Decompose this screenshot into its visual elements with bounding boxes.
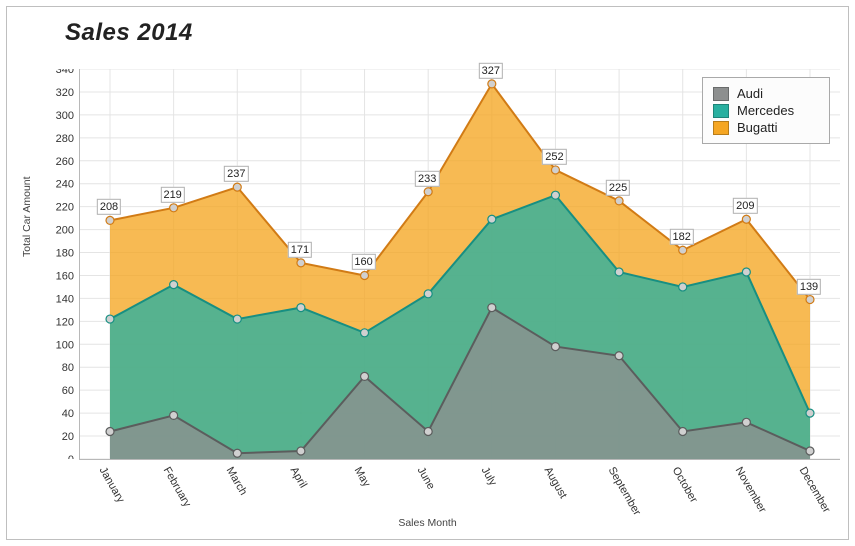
- svg-text:240: 240: [56, 179, 74, 191]
- data-label: 209: [733, 198, 757, 214]
- data-label: 233: [415, 171, 439, 187]
- legend-item-audi: Audi: [713, 85, 819, 102]
- x-tick: August: [542, 465, 570, 501]
- x-tick: April: [288, 465, 309, 490]
- x-tick: May: [351, 465, 372, 489]
- legend-swatch-bugatti: [713, 121, 729, 135]
- chart-title: Sales 2014: [65, 19, 193, 47]
- legend-label-mercedes: Mercedes: [737, 103, 794, 118]
- x-tick: September: [606, 465, 643, 518]
- data-label: 252: [542, 149, 566, 165]
- svg-text:20: 20: [62, 431, 74, 443]
- svg-text:200: 200: [56, 225, 74, 237]
- svg-text:320: 320: [56, 87, 74, 99]
- legend: Audi Mercedes Bugatti: [702, 77, 830, 144]
- x-tick: June: [415, 465, 437, 492]
- data-label: 225: [606, 180, 630, 196]
- x-tick: July: [478, 465, 498, 488]
- svg-text:220: 220: [56, 202, 74, 214]
- x-tick: December: [797, 465, 833, 515]
- data-label: 237: [224, 166, 248, 182]
- x-tick: February: [160, 465, 192, 509]
- legend-label-audi: Audi: [737, 86, 763, 101]
- data-label: 327: [479, 63, 503, 79]
- svg-text:40: 40: [62, 408, 74, 420]
- svg-text:300: 300: [56, 110, 74, 122]
- x-tick: October: [669, 465, 699, 505]
- y-axis-label: Total Car Amount: [21, 176, 33, 257]
- data-label: 208: [97, 199, 121, 215]
- legend-label-bugatti: Bugatti: [737, 120, 777, 135]
- data-label: 219: [160, 187, 184, 203]
- data-label: 160: [351, 254, 375, 270]
- data-label: 171: [288, 242, 312, 258]
- svg-text:160: 160: [56, 270, 74, 282]
- legend-swatch-mercedes: [713, 104, 729, 118]
- x-tick: November: [733, 465, 769, 515]
- legend-swatch-audi: [713, 87, 729, 101]
- svg-text:0: 0: [68, 454, 74, 459]
- svg-text:180: 180: [56, 248, 74, 260]
- svg-text:260: 260: [56, 156, 74, 168]
- x-tick: January: [97, 465, 127, 505]
- svg-text:280: 280: [56, 133, 74, 145]
- svg-text:60: 60: [62, 385, 74, 397]
- data-label: 139: [797, 278, 821, 294]
- svg-text:120: 120: [56, 316, 74, 328]
- svg-text:340: 340: [56, 69, 74, 76]
- x-tick: March: [224, 465, 250, 497]
- svg-text:140: 140: [56, 293, 74, 305]
- x-axis-label: Sales Month: [7, 517, 848, 529]
- svg-text:80: 80: [62, 362, 74, 374]
- legend-item-bugatti: Bugatti: [713, 119, 819, 136]
- data-label: 182: [670, 229, 694, 245]
- svg-text:100: 100: [56, 339, 74, 351]
- chart-frame: Sales 2014 Total Car Amount 0 20 40 60 80 100…: [6, 6, 849, 540]
- legend-item-mercedes: Mercedes: [713, 102, 819, 119]
